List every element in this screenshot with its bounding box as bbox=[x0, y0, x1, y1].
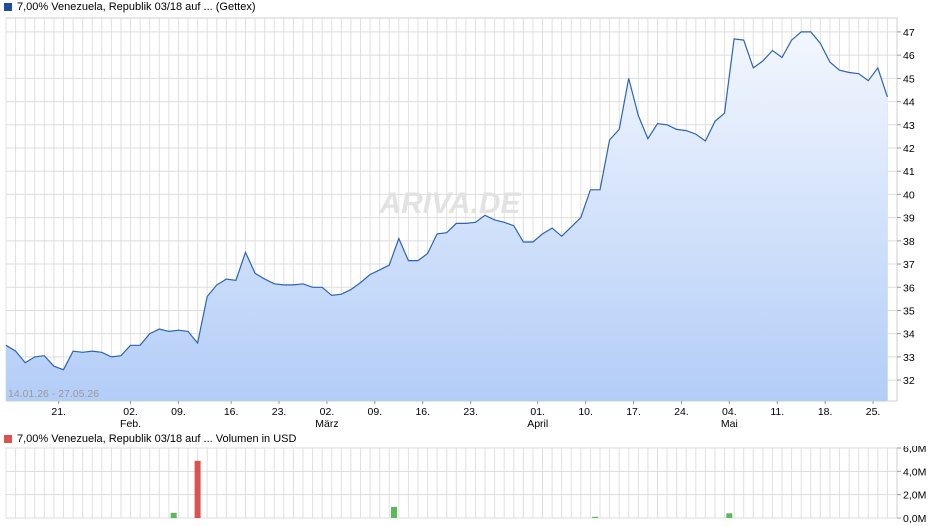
price-ytick-label: 34 bbox=[903, 329, 915, 341]
volume-ytick-label: 2,0M bbox=[903, 490, 926, 502]
price-xtick-label: 09. bbox=[368, 406, 383, 418]
price-xtick-label: 23. bbox=[463, 406, 478, 418]
price-xtick-label: 23. bbox=[272, 406, 287, 418]
price-xtick-label: 04. bbox=[722, 406, 737, 418]
price-xtick-label: 24. bbox=[674, 406, 689, 418]
volume-chart: 0,0M 2,0M 4,0M 6,0M bbox=[5, 446, 926, 525]
price-xtick-label: 10. bbox=[578, 406, 593, 418]
price-chart: ARIVA.DE 32 33 34 35 36 37 38 39 40 41 42 43 44 45 46 47… bbox=[5, 17, 915, 430]
price-ytick-label: 38 bbox=[903, 236, 915, 248]
price-legend-label: 7,00% Venezuela, Republik 03/18 auf ... … bbox=[17, 1, 256, 13]
price-ytick-label: 33 bbox=[903, 352, 915, 364]
volume-legend-label: 7,00% Venezuela, Republik 03/18 auf ... … bbox=[17, 433, 297, 445]
price-ytick-label: 42 bbox=[903, 143, 915, 155]
price-ytick-label: 35 bbox=[903, 305, 915, 317]
price-ytick-label: 43 bbox=[903, 120, 915, 132]
price-xtick-label: 16. bbox=[224, 406, 239, 418]
price-ytick-label: 41 bbox=[903, 166, 915, 178]
price-month-label: Mai bbox=[721, 418, 738, 430]
volume-ytick-label: 4,0M bbox=[903, 466, 926, 478]
volume-bar bbox=[194, 460, 201, 518]
price-ytick-label: 47 bbox=[903, 27, 915, 39]
price-xtick-label: 11. bbox=[770, 406, 784, 418]
price-month-label: April bbox=[527, 418, 548, 430]
volume-bar bbox=[170, 512, 177, 519]
price-ytick-label: 40 bbox=[903, 189, 915, 201]
price-ytick-label: 39 bbox=[903, 213, 915, 225]
price-legend-swatch bbox=[4, 3, 12, 11]
price-ytick-label: 46 bbox=[903, 50, 915, 62]
volume-ytick-label: 0,0M bbox=[903, 513, 926, 525]
date-range-label: 14.01.26 - 27.05.26 bbox=[8, 388, 99, 400]
price-xtick-label: 01. bbox=[530, 406, 545, 418]
price-xtick-label: 17. bbox=[626, 406, 641, 418]
price-xtick-label: 09. bbox=[171, 406, 186, 418]
price-ytick-label: 36 bbox=[903, 282, 915, 294]
price-month-label: Feb. bbox=[120, 418, 141, 430]
price-legend: 7,00% Venezuela, Republik 03/18 auf ... … bbox=[4, 0, 255, 14]
price-xtick-label: 21. bbox=[51, 406, 66, 418]
price-ytick-label: 45 bbox=[903, 73, 915, 85]
volume-legend-swatch bbox=[4, 435, 12, 443]
price-xtick-label: 02. bbox=[320, 406, 335, 418]
volume-bar bbox=[391, 506, 397, 518]
volume-bar bbox=[726, 513, 733, 518]
price-xtick-label: 16. bbox=[415, 406, 430, 418]
price-xtick-label: 18. bbox=[818, 406, 833, 418]
volume-bar bbox=[592, 516, 599, 518]
price-month-label: März bbox=[315, 418, 338, 430]
price-xtick-label: 25. bbox=[866, 406, 881, 418]
price-xtick-label: 02. bbox=[123, 406, 138, 418]
price-ytick-label: 44 bbox=[903, 97, 915, 109]
volume-ytick-label: 6,0M bbox=[903, 446, 926, 455]
watermark: ARIVA.DE bbox=[378, 187, 521, 220]
volume-legend: 7,00% Venezuela, Republik 03/18 auf ... … bbox=[4, 432, 296, 446]
price-ytick-label: 37 bbox=[903, 259, 915, 271]
price-ytick-label: 32 bbox=[903, 375, 915, 387]
